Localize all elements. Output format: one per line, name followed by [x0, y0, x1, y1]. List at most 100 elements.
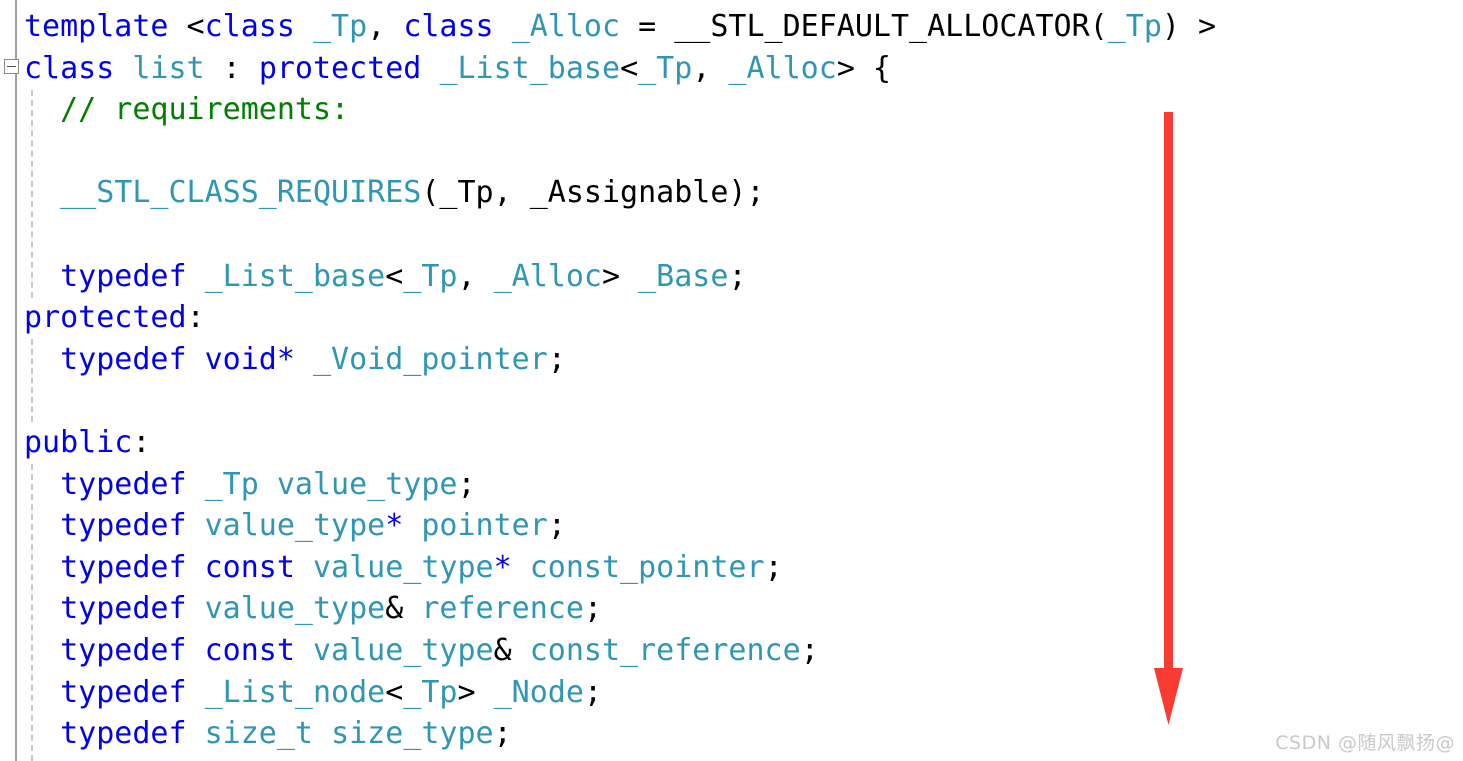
gutter-rule [15, 0, 17, 761]
code-line[interactable]: typedef value_type* pointer; [24, 505, 1463, 547]
code-token: ; [457, 466, 476, 502]
code-line[interactable] [24, 131, 1463, 173]
code-line[interactable] [24, 214, 1463, 256]
code-token: : [186, 300, 205, 336]
code-text[interactable]: template < class _Tp, class _Alloc = __ST… [24, 6, 1463, 761]
code-line[interactable]: // requirements: [24, 89, 1463, 131]
code-line[interactable]: typedef const value_type& const_referenc… [24, 630, 1463, 672]
code-line[interactable]: typedef _Tp value_type; [24, 464, 1463, 506]
code-token: typedef [60, 508, 187, 544]
code-token: , [692, 50, 729, 86]
code-token: const [204, 549, 295, 585]
code-token: const_reference [529, 632, 801, 668]
code-token: (_Tp, _Assignable); [421, 175, 765, 211]
code-token: typedef [60, 549, 187, 585]
code-editor-view[interactable]: template < class _Tp, class _Alloc = __ST… [0, 0, 1463, 761]
code-token: = __STL_DEFAULT_ALLOCATOR( [620, 9, 1108, 44]
code-token: class [24, 50, 115, 86]
code-token: value_type [204, 591, 386, 627]
code-token: , [367, 9, 404, 44]
code-line[interactable]: class list : protected _List_base<_Tp, _… [24, 48, 1463, 90]
code-line[interactable]: template <class _Tp, class _Alloc = __ST… [24, 6, 1463, 48]
code-token: > { [836, 50, 891, 86]
code-line[interactable]: typedef _List_base<_Tp, _Alloc> _Base; [24, 256, 1463, 298]
code-token: __STL_CLASS_REQUIRES [60, 175, 422, 211]
code-token: _List_node [204, 674, 386, 710]
code-token: ; [764, 549, 783, 585]
code-token: _Tp [313, 9, 368, 44]
code-token: ; [583, 674, 602, 710]
code-token: < [168, 9, 205, 44]
code-token: ; [583, 591, 602, 627]
code-token: < [385, 674, 404, 710]
code-token: typedef [60, 341, 187, 377]
code-token: _List_base [439, 50, 621, 86]
code-token: value_type [313, 549, 494, 585]
code-token: < [385, 258, 404, 294]
code-token: value_type [276, 466, 458, 502]
code-token: _List_base [204, 258, 386, 294]
code-line[interactable]: typedef value_type& reference; [24, 588, 1463, 630]
code-token: ) > [1161, 9, 1217, 44]
code-token: typedef [60, 716, 187, 752]
code-line[interactable]: typedef size_t size_type; [24, 713, 1463, 755]
code-token: ; [800, 632, 819, 668]
code-token: size_type [331, 716, 494, 752]
code-line[interactable]: typedef const value_type* const_pointer; [24, 547, 1463, 589]
code-token: , [457, 258, 494, 294]
code-token: const [204, 632, 295, 668]
code-token: _Alloc [493, 258, 602, 294]
code-token: class [403, 9, 494, 44]
csdn-watermark: CSDN @随风飘扬@ [1275, 732, 1455, 754]
code-token: typedef [60, 591, 187, 627]
code-token: > [602, 258, 639, 294]
code-line[interactable] [24, 380, 1463, 422]
code-token: typedef [60, 466, 187, 502]
code-token: const_pointer [529, 549, 765, 585]
code-token: : [132, 424, 151, 460]
code-token: _Tp [204, 466, 259, 502]
code-token: template [24, 9, 169, 44]
code-token: typedef [60, 258, 187, 294]
code-token: ; [728, 258, 747, 294]
code-line[interactable]: typedef _List_node<_Tp> _Node; [24, 672, 1463, 714]
code-token: _Alloc [728, 50, 837, 86]
code-line[interactable]: typedef ptrdiff_t difference_type; [24, 755, 1463, 761]
code-token: protected [24, 300, 187, 336]
code-line[interactable]: protected: [24, 297, 1463, 339]
code-line[interactable]: public: [24, 422, 1463, 464]
code-token: pointer [421, 508, 548, 544]
code-token: _Tp [403, 674, 458, 710]
code-token: > [457, 674, 494, 710]
code-token: reference [421, 591, 584, 627]
code-token: _Tp [638, 50, 693, 86]
code-token: < [620, 50, 639, 86]
code-line[interactable]: __STL_CLASS_REQUIRES(_Tp, _Assignable); [24, 172, 1463, 214]
code-line[interactable]: typedef void* _Void_pointer; [24, 339, 1463, 381]
collapse-fold-minus-icon[interactable] [4, 59, 19, 74]
code-token: _Tp [403, 258, 458, 294]
code-token: & [493, 632, 512, 668]
code-token: // requirements: [60, 92, 350, 128]
code-token: list [132, 50, 205, 86]
code-token: protected [258, 50, 422, 86]
